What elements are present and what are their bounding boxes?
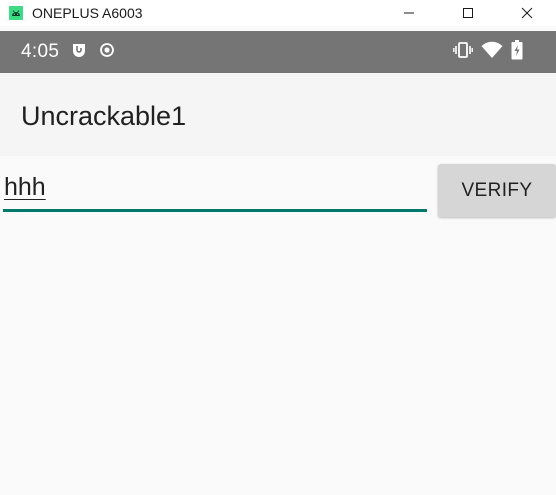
secret-input[interactable] [3, 170, 427, 212]
action-bar: Uncrackable1 [0, 73, 556, 156]
vibrate-icon [453, 41, 473, 64]
window-title: ONEPLUS A6003 [32, 5, 143, 21]
status-left-icons [71, 42, 115, 63]
page-title: Uncrackable1 [21, 101, 187, 131]
record-icon [99, 42, 115, 63]
wifi-icon [481, 41, 503, 64]
close-icon [521, 7, 532, 19]
android-icon [9, 6, 23, 20]
maximize-button[interactable] [438, 0, 497, 26]
verify-button[interactable]: VERIFY [438, 164, 556, 217]
notification-app-icon [71, 42, 87, 63]
status-time: 4:05 [21, 41, 60, 62]
battery-charging-icon [511, 39, 523, 65]
main-content: VERIFY [0, 156, 556, 495]
status-right-icons [453, 31, 523, 73]
status-bar: 4:05 [0, 31, 556, 73]
window-controls [379, 0, 556, 26]
minimize-button[interactable] [379, 0, 438, 26]
window-titlebar: ONEPLUS A6003 [0, 0, 556, 26]
close-button[interactable] [497, 0, 556, 26]
maximize-icon [462, 8, 473, 18]
minimize-icon [403, 12, 414, 14]
